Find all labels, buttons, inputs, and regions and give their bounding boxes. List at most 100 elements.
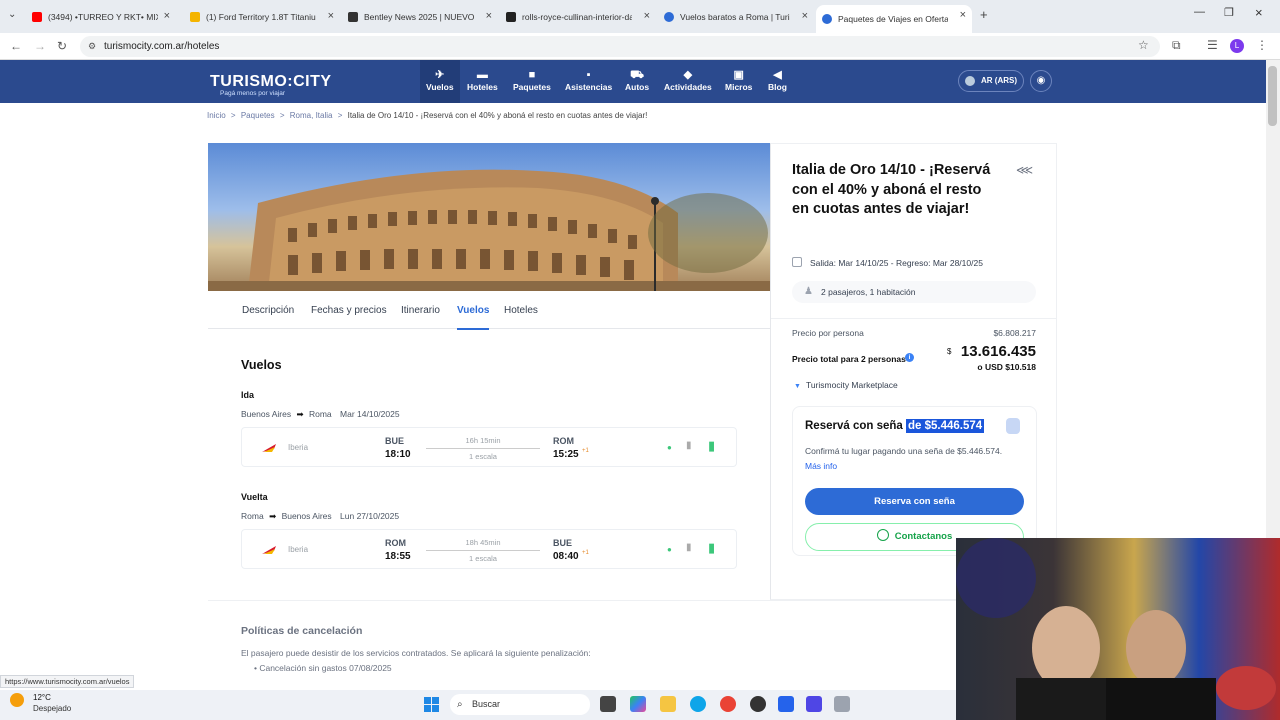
arrival-time: 08:40 xyxy=(553,551,579,562)
passengers-selector[interactable]: ♟ 2 pasajeros, 1 habitación xyxy=(792,281,1036,303)
close-icon[interactable]: × xyxy=(960,9,966,21)
window-close-icon[interactable]: × xyxy=(1255,5,1263,20)
breadcrumb-link-paquetes[interactable]: Paquetes xyxy=(241,111,275,120)
nav-label: Paquetes xyxy=(513,82,551,92)
reserve-with-deposit-button[interactable]: Reserva con seña xyxy=(805,488,1024,515)
info-icon[interactable]: i xyxy=(905,353,914,362)
tab-favicon xyxy=(822,14,832,24)
airline-name: Iberia xyxy=(288,443,309,452)
url-input[interactable]: ⚙ turismocity.com.ar/hoteles xyxy=(80,36,1160,57)
bed-icon: ▬ xyxy=(476,69,488,81)
copilot-icon[interactable] xyxy=(630,696,646,712)
package-dates: Salida: Mar 14/10/25 - Regreso: Mar 28/1… xyxy=(792,257,983,268)
bookmark-star-icon[interactable]: ☆ xyxy=(1138,38,1149,52)
scrollbar-thumb[interactable] xyxy=(1268,66,1277,126)
nav-item-autos[interactable]: ⛟ Autos xyxy=(625,68,649,92)
close-icon[interactable]: × xyxy=(164,10,170,22)
app-icon[interactable] xyxy=(806,696,822,712)
breadcrumb-link-inicio[interactable]: Inicio xyxy=(207,111,226,120)
nav-item-actividades[interactable]: ◆ Actividades xyxy=(664,68,712,92)
close-icon[interactable]: × xyxy=(802,10,808,22)
nav-item-hoteles[interactable]: ▬ Hoteles xyxy=(467,68,498,92)
site-info-icon[interactable]: ⚙ xyxy=(88,36,96,57)
departure-code: ROM xyxy=(385,538,406,548)
calculator-icon[interactable] xyxy=(834,696,850,712)
app-icon[interactable] xyxy=(750,696,766,712)
taskbar-search[interactable]: ⌕ Buscar xyxy=(450,694,590,715)
logo-tagline: Pagá menos por viajar xyxy=(220,90,286,97)
flights-title: Vuelos xyxy=(241,358,282,372)
file-explorer-icon[interactable] xyxy=(660,696,676,712)
nav-item-blog[interactable]: ◀ Blog xyxy=(768,68,787,92)
flight-card-vuelta[interactable]: Iberia ROM 18:55 18h 45min 1 escala BUE … xyxy=(241,529,737,569)
tab-title: Bentley News 2025 | NUEVO BENTLEY xyxy=(364,12,474,22)
leg-origin: Roma xyxy=(241,511,264,521)
arrival-time: 15:25 xyxy=(553,449,579,460)
browser-tab[interactable]: rolls-royce-cullinan-interior-das × xyxy=(500,6,656,28)
reservation-amount-selected[interactable]: de $5.446.574 xyxy=(906,419,985,433)
chrome-icon[interactable] xyxy=(720,696,736,712)
tab-descripcion[interactable]: Descripción xyxy=(242,305,294,316)
close-icon[interactable]: × xyxy=(644,10,650,22)
flight-duration: 16h 15min xyxy=(465,436,501,445)
share-icon[interactable]: ⋘ xyxy=(1016,163,1033,177)
search-icon: ⌕ xyxy=(457,699,463,710)
passengers-text: 2 pasajeros, 1 habitación xyxy=(821,287,916,297)
tab-list-chevron-icon[interactable]: ⌄ xyxy=(8,9,16,20)
profile-avatar[interactable]: L xyxy=(1230,39,1244,53)
restore-icon[interactable]: ❐ xyxy=(1224,6,1234,19)
close-icon[interactable]: × xyxy=(486,10,492,22)
tab-title: Vuelos baratos a Roma | Turismo xyxy=(680,12,790,22)
weather-icon[interactable] xyxy=(10,693,24,707)
menu-kebab-icon[interactable]: ⋮ xyxy=(1256,38,1268,52)
back-icon[interactable]: ← xyxy=(10,39,22,53)
tab-vuelos[interactable]: Vuelos xyxy=(457,305,490,330)
edge-icon[interactable] xyxy=(690,696,706,712)
flight-card-ida[interactable]: Iberia BUE 18:10 16h 15min 1 escala ROM … xyxy=(241,427,737,467)
tab-itinerario[interactable]: Itinerario xyxy=(401,305,440,316)
leg-date: Lun 27/10/2025 xyxy=(340,511,400,521)
hero-image-colosseum xyxy=(208,143,770,291)
address-bar-row: ← → ↻ ⚙ turismocity.com.ar/hoteles ☆ ⧉ ☰… xyxy=(0,33,1280,60)
more-info-link[interactable]: Más info xyxy=(805,461,837,471)
total-price-label: Precio total para 2 personas xyxy=(792,354,906,364)
tab-fechas-y-precios[interactable]: Fechas y precios xyxy=(311,305,387,316)
browser-tab[interactable]: (3494) •TURREO Y RKT• MIX × xyxy=(26,6,176,28)
nav-item-micros[interactable]: ▣ Micros xyxy=(725,68,752,92)
cancellation-policy-text: El pasajero puede desistir de los servic… xyxy=(241,648,591,658)
checked-bag-icon: ▮ xyxy=(708,540,716,555)
task-view-icon[interactable] xyxy=(600,696,616,712)
hand-coins-icon xyxy=(1006,418,1020,434)
tab-title: rolls-royce-cullinan-interior-das xyxy=(522,12,632,22)
nav-item-asistencias[interactable]: ▪ Asistencias xyxy=(565,68,612,92)
reading-list-icon[interactable]: ☰ xyxy=(1207,38,1218,52)
weather-desc: Despejado xyxy=(33,704,72,713)
nav-item-paquetes[interactable]: ■ Paquetes xyxy=(513,68,551,92)
breadcrumb-link-roma[interactable]: Roma, Italia xyxy=(290,111,333,120)
windows-start-icon[interactable] xyxy=(424,697,439,712)
browser-tab[interactable]: Vuelos baratos a Roma | Turismo × xyxy=(658,6,814,28)
forward-icon[interactable]: → xyxy=(34,39,46,53)
weather-temp: 12°C xyxy=(33,693,51,702)
price-per-person-value: $6.808.217 xyxy=(993,328,1036,338)
leg-route-ida: Buenos Aires ➡ Roma Mar 14/10/2025 xyxy=(241,409,400,420)
extensions-icon[interactable]: ⧉ xyxy=(1172,38,1181,53)
new-tab-icon[interactable]: + xyxy=(980,7,988,22)
nav-item-vuelos[interactable]: ✈ Vuelos xyxy=(420,60,460,103)
turismocity-logo[interactable]: TURISMO:CITY xyxy=(210,73,332,91)
browser-tab-active[interactable]: Paquetes de Viajes en Oferta Tu × xyxy=(816,5,972,33)
browser-tab[interactable]: (1) Ford Territory 1.8T Titanium × xyxy=(184,6,340,28)
close-icon[interactable]: × xyxy=(328,10,334,22)
arrow-right-icon: ➡ xyxy=(296,409,304,419)
site-header: TURISMO:CITY Pagá menos por viajar ✈ Vue… xyxy=(0,60,1266,103)
cancellation-policy-title: Políticas de cancelación xyxy=(241,625,363,637)
minimize-icon[interactable]: — xyxy=(1194,6,1205,18)
user-account-button[interactable]: ◉ xyxy=(1030,70,1052,92)
reload-icon[interactable]: ↻ xyxy=(57,39,67,53)
tab-hoteles[interactable]: Hoteles xyxy=(504,305,538,316)
store-icon[interactable] xyxy=(778,696,794,712)
nav-label: Micros xyxy=(725,82,753,92)
currency-selector[interactable]: AR (ARS) xyxy=(958,70,1024,92)
browser-tab[interactable]: Bentley News 2025 | NUEVO BENTLEY × xyxy=(342,6,498,28)
plane-icon: ✈ xyxy=(435,69,445,81)
